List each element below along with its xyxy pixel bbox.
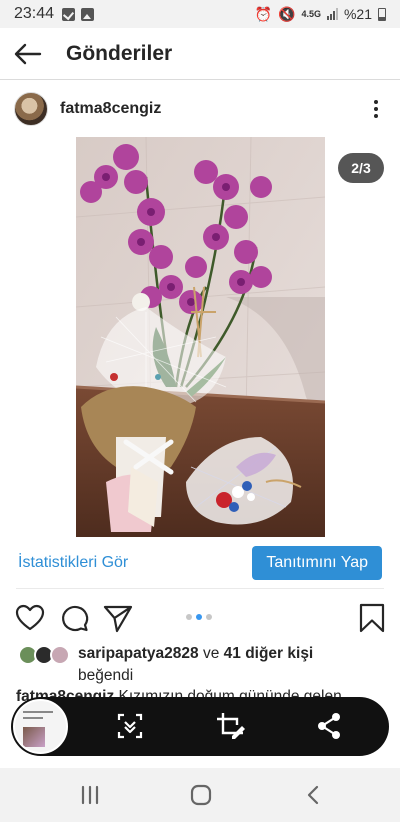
crop-edit-button[interactable]	[215, 711, 245, 741]
paper-plane-icon	[103, 605, 133, 633]
share-screenshot-button[interactable]	[314, 711, 344, 741]
comment-button[interactable]	[58, 602, 90, 634]
signal-icon	[326, 8, 338, 20]
recents-button[interactable]	[78, 784, 102, 806]
likes-summary[interactable]: saripapatya2828 ve 41 diğer kişi beğendi	[18, 643, 384, 687]
check-notification-icon	[62, 7, 76, 21]
post-actions	[0, 598, 400, 638]
divider	[16, 588, 384, 589]
screenshot-toolbar	[11, 697, 389, 756]
liker-username[interactable]: saripapatya2828	[78, 645, 199, 662]
back-button[interactable]	[0, 28, 56, 80]
avatar	[50, 645, 70, 665]
likes-others[interactable]: 41 diğer kişi	[224, 645, 314, 662]
status-time: 23:44	[14, 5, 55, 22]
arrow-left-icon	[14, 43, 42, 64]
alarm-icon: ⏰	[254, 5, 273, 22]
share-icon	[318, 713, 340, 739]
likes-suffix: beğendi	[78, 667, 134, 684]
like-button[interactable]	[14, 602, 46, 634]
screenshot-thumbnail[interactable]	[13, 699, 68, 754]
post-media[interactable]: 2/3	[0, 137, 400, 537]
status-right: ⏰ 🔇 4.5G %21	[255, 6, 386, 23]
save-button[interactable]	[356, 602, 388, 634]
post-cta-row: İstatistikleri Gör Tanıtımını Yap	[0, 544, 400, 582]
view-insights-link[interactable]: İstatistikleri Gör	[18, 554, 128, 572]
carousel-dot	[186, 614, 192, 620]
orchid-bouquet-photo	[76, 137, 325, 537]
post-photo[interactable]	[76, 137, 325, 537]
carousel-dot-active	[196, 614, 202, 620]
chevron-left-icon	[307, 785, 319, 805]
promote-button[interactable]: Tanıtımını Yap	[252, 546, 382, 580]
share-button[interactable]	[102, 602, 134, 634]
battery-level: %21	[343, 6, 372, 22]
bookmark-icon	[359, 603, 385, 633]
status-bar: 23:44 ⏰ 🔇 4.5G %21	[0, 0, 400, 28]
post-header: fatma8cengiz	[0, 81, 400, 137]
home-icon	[190, 784, 212, 806]
network-type: 4.5G	[301, 8, 321, 19]
scroll-capture-icon	[117, 713, 143, 739]
liker-avatars	[18, 645, 70, 665]
post-username[interactable]: fatma8cengiz	[60, 100, 161, 118]
more-vertical-icon	[374, 100, 378, 118]
app-header: Gönderiler	[0, 28, 400, 80]
heart-icon	[15, 604, 45, 631]
crop-edit-icon	[217, 713, 245, 739]
scroll-capture-button[interactable]	[115, 711, 145, 741]
likes-connector: ve	[202, 645, 220, 662]
more-options-button[interactable]	[366, 97, 386, 121]
system-nav-bar	[0, 768, 400, 822]
battery-icon	[378, 7, 386, 21]
image-counter: 2/3	[338, 153, 384, 183]
page-title: Gönderiler	[66, 41, 173, 65]
status-notification-icons	[62, 7, 95, 21]
carousel-dot	[206, 614, 212, 620]
nav-back-button[interactable]	[302, 784, 326, 806]
mute-icon: 🔇	[278, 5, 296, 22]
avatar[interactable]	[14, 92, 48, 126]
recents-icon	[81, 785, 99, 805]
carousel-indicator	[186, 614, 212, 620]
image-notification-icon	[81, 7, 95, 21]
comment-icon	[62, 605, 89, 632]
home-button[interactable]	[189, 784, 213, 806]
